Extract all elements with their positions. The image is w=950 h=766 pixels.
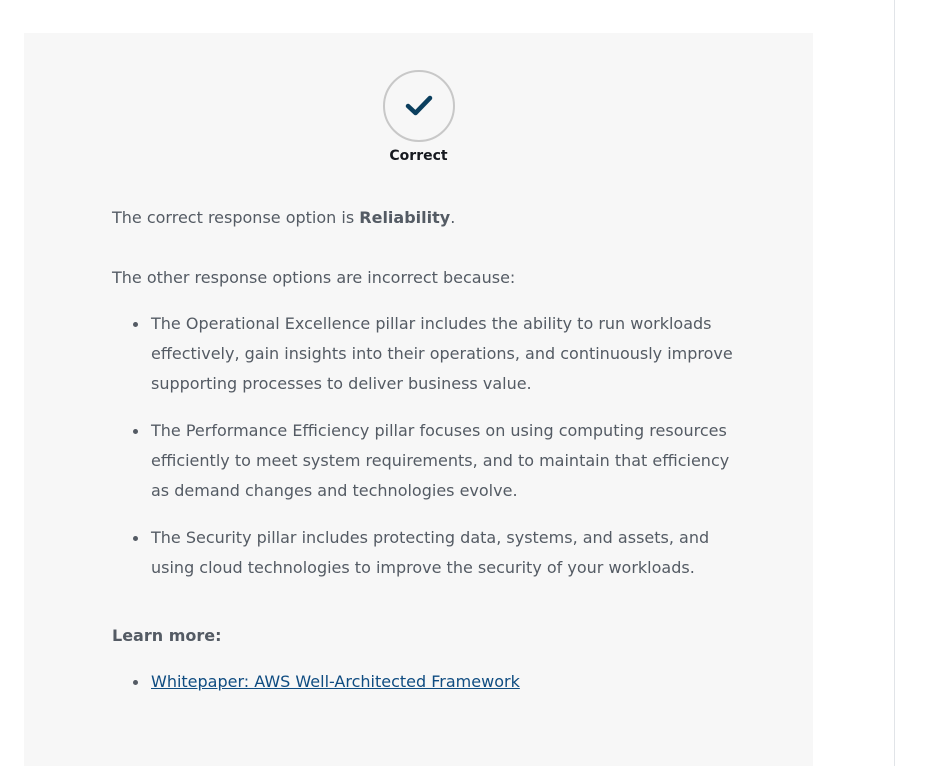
learn-more-heading: Learn more: (112, 626, 222, 645)
answer-feedback-card: Correct The correct response option is R… (24, 33, 813, 766)
list-item: The Security pillar includes protecting … (112, 523, 752, 583)
result-label: Correct (389, 148, 448, 164)
answer-suffix: . (450, 208, 456, 227)
correct-answer-value: Reliability (359, 208, 451, 227)
correct-answer-statement: The correct response option is Reliabili… (112, 203, 752, 233)
incorrect-options-list: The Operational Excellence pillar includ… (112, 309, 752, 583)
list-item: The Performance Efficiency pillar focuse… (112, 416, 752, 506)
answer-prefix: The correct response option is (112, 208, 360, 227)
result-indicator: Correct (24, 70, 813, 164)
checkmark-icon (405, 95, 432, 116)
list-item: Whitepaper: AWS Well-Architected Framewo… (112, 667, 752, 697)
learn-more-links: Whitepaper: AWS Well-Architected Framewo… (112, 667, 752, 697)
result-circle (382, 70, 455, 142)
explanation-intro: The other response options are incorrect… (112, 268, 516, 287)
whitepaper-link[interactable]: Whitepaper: AWS Well-Architected Framewo… (151, 672, 520, 691)
sidebar-divider (894, 0, 895, 766)
page: Correct The correct response option is R… (0, 0, 950, 766)
feedback-content: The correct response option is Reliabili… (112, 203, 752, 697)
list-item: The Operational Excellence pillar includ… (112, 309, 752, 399)
